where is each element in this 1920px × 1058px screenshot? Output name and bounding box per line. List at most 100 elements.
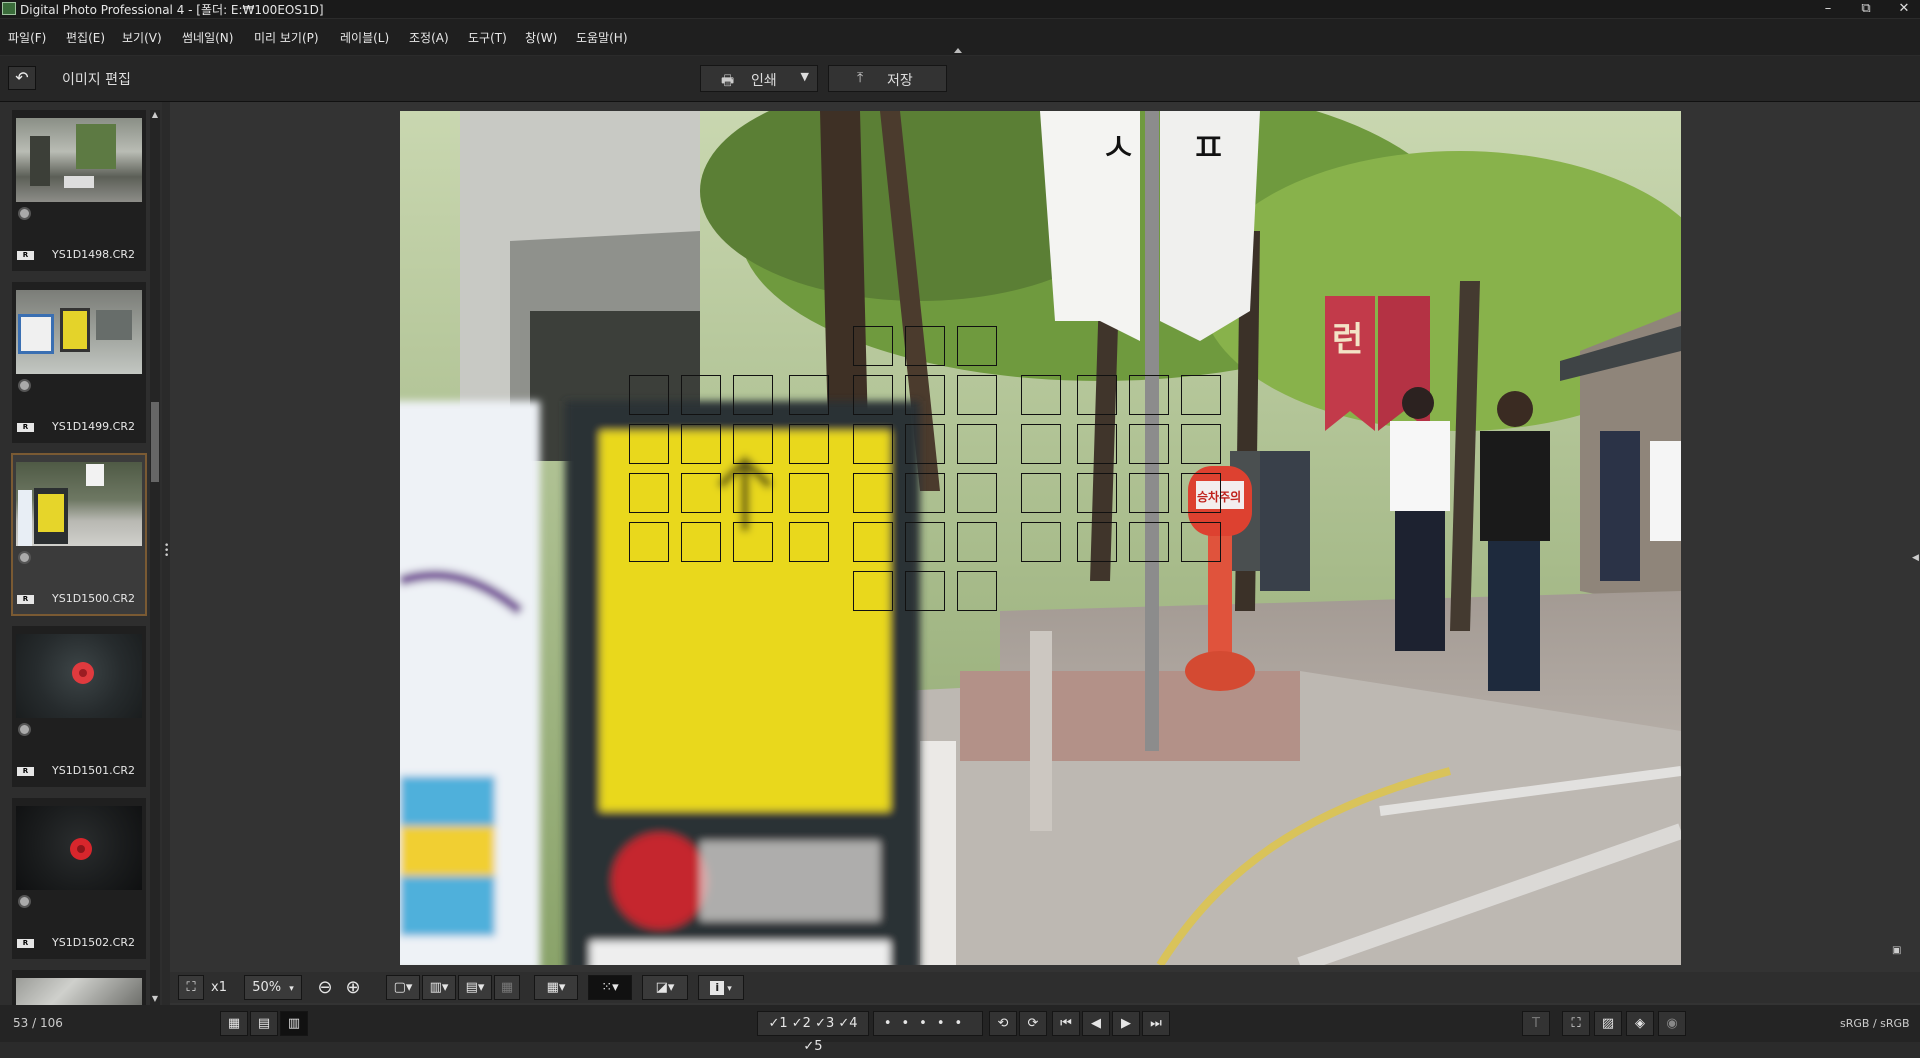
thumbnail-item[interactable] [12, 970, 146, 1005]
rating-icon[interactable] [18, 895, 31, 908]
af-point [789, 522, 829, 562]
filmstrip-scrollbar[interactable]: ▲ ▼ [150, 110, 160, 1005]
rotate-right-button[interactable]: ⟳ [1019, 1011, 1047, 1036]
thumbnail-item[interactable]: R YS1D1501.CR2 [12, 626, 146, 787]
menu-window[interactable]: 창(W) [525, 29, 557, 46]
zoom-select[interactable]: 50% ▾ [244, 975, 302, 1000]
next-image-button[interactable]: ▶ [1112, 1011, 1140, 1036]
af-point [905, 571, 945, 611]
image-tool-button[interactable]: ▨ [1594, 1011, 1622, 1036]
check-mark-5[interactable]: ✓5 [803, 1039, 822, 1054]
thumbnail-item[interactable]: R YS1D1502.CR2 [12, 798, 146, 959]
camera-button[interactable]: ◉ [1658, 1011, 1686, 1036]
first-image-button[interactable]: ⏮ [1052, 1011, 1080, 1036]
grid-view-icon: ▦ [227, 1016, 241, 1031]
highlight-warning-button[interactable]: ◪▾ [642, 975, 688, 1000]
back-button[interactable]: ↶ [8, 66, 36, 90]
scroll-up-icon[interactable]: ▲ [150, 110, 160, 119]
thumbnail-filename: YS1D1500.CR2 [52, 592, 135, 605]
menu-help[interactable]: 도움말(H) [576, 29, 628, 46]
panel-splitter[interactable]: • • • [162, 102, 170, 1005]
image-icon: ▨ [1601, 1016, 1615, 1031]
zoom-dropdown-icon[interactable]: ▾ [289, 984, 294, 994]
zoom-out-button[interactable]: ⊖ [312, 975, 338, 1000]
filmstrip-view-button[interactable]: ▤ [250, 1011, 278, 1036]
minimize-button[interactable]: – [1813, 0, 1843, 18]
fit-window-button[interactable]: ⛶ [178, 975, 204, 1000]
sync-icon: ▦ [500, 980, 514, 995]
raw-badge: R [17, 939, 34, 948]
print-dropdown-icon[interactable]: ▼ [801, 70, 809, 83]
splitter-grip-icon[interactable]: • • • [164, 542, 169, 561]
sync-view-button[interactable]: ▦ [494, 975, 520, 1000]
collapse-caret-icon[interactable] [954, 48, 962, 53]
af-point [1077, 424, 1117, 464]
thumbnail-grid-view-button[interactable]: ▦ [220, 1011, 248, 1036]
af-point [1181, 522, 1221, 562]
af-point [957, 522, 997, 562]
save-button[interactable]: ⤒ 저장 [828, 65, 947, 92]
grid-overlay-button[interactable]: ▦▾ [534, 975, 578, 1000]
rating-icon[interactable] [18, 723, 31, 736]
scroll-thumb[interactable] [151, 402, 159, 482]
check-mark-3[interactable]: ✓3 [815, 1016, 834, 1031]
rating-icon[interactable] [18, 379, 31, 392]
check-mark-1[interactable]: ✓1 [768, 1016, 787, 1031]
stamp-tool-button[interactable]: ◈ [1626, 1011, 1654, 1036]
check-mark-4[interactable]: ✓4 [838, 1016, 857, 1031]
info-dropdown-icon[interactable]: ▾ [727, 984, 732, 994]
menu-adjust[interactable]: 조정(A) [409, 29, 449, 46]
print-label: 인쇄 [751, 73, 777, 89]
compare-view-button[interactable]: ▥▾ [422, 975, 456, 1000]
rating-icon[interactable] [18, 551, 31, 564]
af-point [957, 326, 997, 366]
star-rating-2[interactable]: • [901, 1016, 919, 1031]
menu-edit[interactable]: 편집(E) [66, 29, 105, 46]
maximize-button[interactable]: ⧉ [1851, 0, 1881, 18]
last-image-button[interactable]: ⏭ [1142, 1011, 1170, 1036]
star-rating-4[interactable]: • [937, 1016, 955, 1031]
thumbnail-item[interactable]: R YS1D1498.CR2 [12, 110, 146, 271]
af-point-button[interactable]: ⁙▾ [588, 975, 632, 1000]
crop-tool-button[interactable]: ⛶ [1562, 1011, 1590, 1036]
menu-tools[interactable]: 도구(T) [468, 29, 507, 46]
af-point [629, 522, 669, 562]
close-button[interactable]: ✕ [1889, 0, 1919, 18]
color-space-label: sRGB / sRGB [1840, 1017, 1910, 1030]
af-point [1181, 473, 1221, 513]
menu-file[interactable]: 파일(F) [8, 29, 46, 46]
thumbnail-item[interactable]: R YS1D1499.CR2 [12, 282, 146, 443]
single-view-button[interactable]: ▢▾ [386, 975, 420, 1000]
edit-view-button[interactable]: ▥ [280, 1011, 308, 1036]
right-panel-toggle-icon[interactable]: ◀ [1912, 553, 1919, 563]
thumbnail-item-selected[interactable]: R YS1D1500.CR2 [11, 453, 147, 616]
fit-corner-icon[interactable]: ▣ [1892, 945, 1901, 956]
star-rating-5[interactable]: • [955, 1016, 973, 1031]
check-mark-2[interactable]: ✓2 [792, 1016, 811, 1031]
zoom-100-button[interactable]: x1 [206, 975, 232, 1000]
split-view-icon: ▤▾ [465, 980, 485, 995]
warning-icon: ◪▾ [655, 980, 675, 995]
rating-icon[interactable] [18, 207, 31, 220]
scroll-down-icon[interactable]: ▼ [150, 994, 160, 1003]
af-point [681, 473, 721, 513]
rotate-left-button[interactable]: ⟲ [989, 1011, 1017, 1036]
info-button[interactable]: i ▾ [698, 975, 744, 1000]
thumbnail-filename: YS1D1499.CR2 [52, 420, 135, 433]
af-point [681, 424, 721, 464]
photo-preview[interactable]: ㅅ ㅍ 런 승차주의 [400, 111, 1681, 965]
previous-image-button[interactable]: ◀ [1082, 1011, 1110, 1036]
af-point [1181, 375, 1221, 415]
zoom-in-button[interactable]: ⊕ [340, 975, 366, 1000]
thumbnail-filename: YS1D1501.CR2 [52, 764, 135, 777]
star-rating-1[interactable]: • [884, 1016, 902, 1031]
af-point [905, 326, 945, 366]
text-tool-button[interactable]: T [1522, 1011, 1550, 1036]
menu-view[interactable]: 보기(V) [122, 29, 162, 46]
split-view-button[interactable]: ▤▾ [458, 975, 492, 1000]
menu-preview[interactable]: 미리 보기(P) [254, 29, 319, 46]
menu-thumbnail[interactable]: 썸네일(N) [182, 29, 233, 46]
print-button[interactable]: 🖶 인쇄 ▼ [700, 65, 818, 92]
menu-label[interactable]: 레이블(L) [340, 29, 389, 46]
star-rating-3[interactable]: • [919, 1016, 937, 1031]
